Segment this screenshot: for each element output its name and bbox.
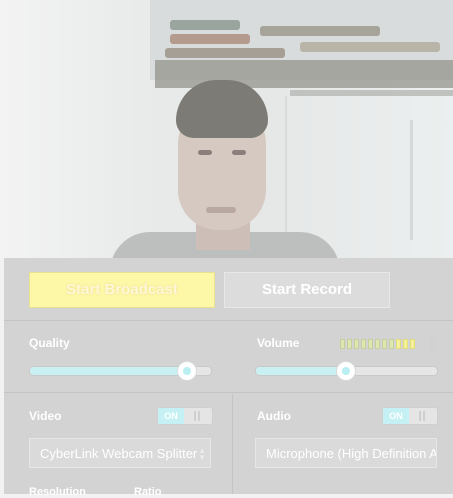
audio-device-value: Microphone (High Definition Audio Device… bbox=[266, 446, 436, 461]
start-broadcast-button[interactable]: Start Broadcast bbox=[29, 272, 215, 308]
person-hair bbox=[176, 80, 268, 138]
divider bbox=[4, 392, 453, 393]
video-device-select[interactable]: CyberLink Webcam Splitter ▲ ▼ bbox=[29, 438, 211, 468]
video-label: Video bbox=[29, 409, 62, 423]
ratio-label: Ratio bbox=[134, 486, 162, 498]
shelf-cloth bbox=[260, 26, 380, 36]
volume-meter-segment bbox=[354, 339, 359, 349]
divider bbox=[4, 320, 453, 321]
video-toggle[interactable]: ON bbox=[157, 407, 213, 425]
shelf-cloth bbox=[300, 42, 440, 52]
volume-meter-clip-indicator bbox=[430, 339, 435, 349]
wall-line bbox=[410, 120, 413, 240]
shelf-cloth bbox=[170, 34, 250, 44]
divider bbox=[232, 394, 233, 494]
volume-meter-segment bbox=[375, 339, 380, 349]
shelf-edge bbox=[290, 90, 453, 96]
person-mouth bbox=[206, 207, 236, 213]
toggle-grip-icon bbox=[413, 411, 431, 421]
volume-level-meter bbox=[340, 339, 415, 349]
volume-label: Volume bbox=[257, 336, 300, 350]
quality-slider-fill bbox=[30, 367, 186, 375]
shelf-cloth bbox=[165, 48, 285, 58]
volume-slider[interactable] bbox=[255, 361, 438, 381]
webcam-preview bbox=[0, 0, 453, 258]
volume-meter-segment bbox=[382, 339, 387, 349]
resolution-label: Resolution bbox=[29, 486, 86, 498]
volume-meter-segment bbox=[340, 339, 345, 349]
volume-meter-segment bbox=[396, 339, 401, 349]
volume-meter-segment bbox=[410, 339, 415, 349]
audio-label: Audio bbox=[257, 409, 291, 423]
video-toggle-on-label: ON bbox=[158, 408, 184, 424]
person-eye bbox=[198, 150, 212, 155]
select-arrows-icon: ▲ ▼ bbox=[198, 446, 206, 462]
control-panel: Start Broadcast Start Record Quality Vol… bbox=[4, 258, 453, 498]
quality-slider[interactable] bbox=[29, 361, 212, 381]
audio-toggle-on-label: ON bbox=[383, 408, 409, 424]
audio-toggle[interactable]: ON bbox=[382, 407, 438, 425]
volume-meter-segment bbox=[347, 339, 352, 349]
volume-meter-segment bbox=[368, 339, 373, 349]
person-eye bbox=[232, 150, 246, 155]
video-device-value: CyberLink Webcam Splitter bbox=[40, 446, 198, 461]
audio-device-select[interactable]: Microphone (High Definition Audio Device… bbox=[255, 438, 437, 468]
volume-meter-segment bbox=[403, 339, 408, 349]
shelf-cloth bbox=[170, 20, 240, 30]
volume-meter-segment bbox=[361, 339, 366, 349]
quality-slider-handle[interactable] bbox=[176, 361, 197, 381]
volume-slider-fill bbox=[256, 367, 345, 375]
quality-label: Quality bbox=[29, 336, 70, 350]
start-record-button[interactable]: Start Record bbox=[224, 272, 390, 308]
volume-meter-segment bbox=[389, 339, 394, 349]
toggle-grip-icon bbox=[188, 411, 206, 421]
volume-slider-handle[interactable] bbox=[335, 361, 356, 381]
